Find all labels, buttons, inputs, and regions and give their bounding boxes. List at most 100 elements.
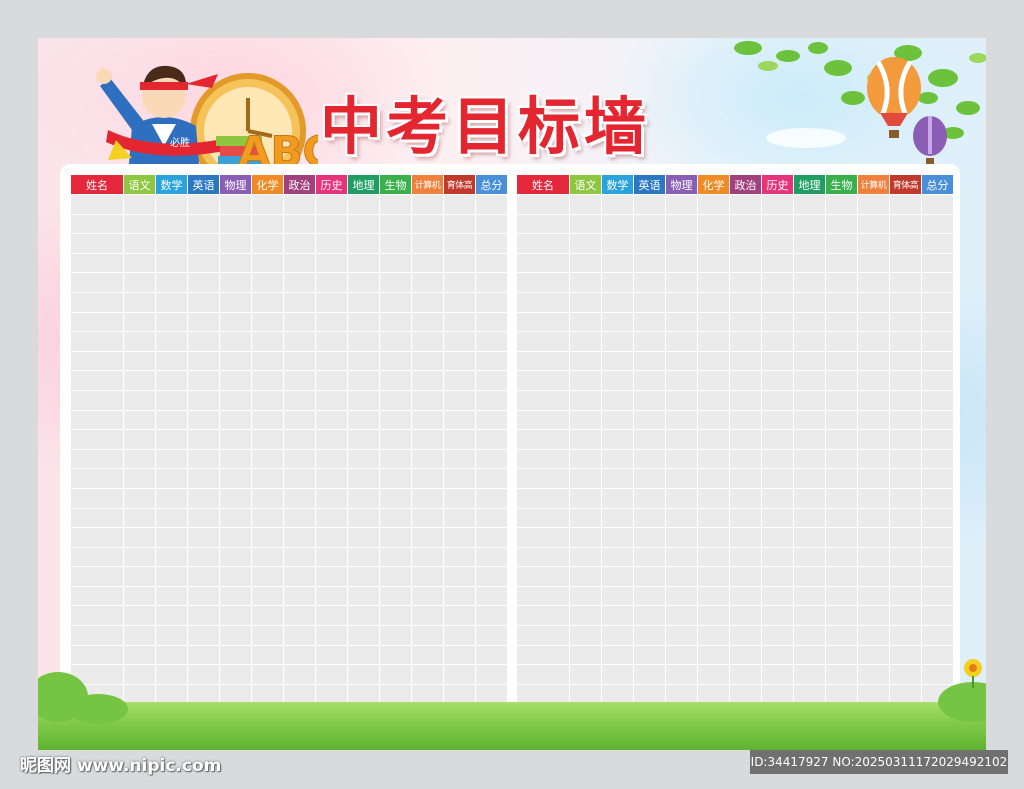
score-cell[interactable] bbox=[698, 488, 729, 508]
score-cell[interactable] bbox=[517, 645, 569, 665]
score-cell[interactable] bbox=[476, 390, 507, 410]
score-cell[interactable] bbox=[156, 528, 187, 547]
score-cell[interactable] bbox=[602, 214, 633, 234]
score-cell[interactable] bbox=[762, 547, 793, 567]
score-cell[interactable] bbox=[476, 351, 507, 371]
score-cell[interactable] bbox=[220, 430, 251, 449]
score-cell[interactable] bbox=[316, 606, 347, 626]
score-cell[interactable] bbox=[316, 292, 347, 312]
score-cell[interactable] bbox=[316, 528, 347, 547]
score-cell[interactable] bbox=[316, 312, 347, 332]
score-cell[interactable] bbox=[444, 665, 475, 684]
score-cell[interactable] bbox=[698, 214, 729, 234]
score-cell[interactable] bbox=[252, 469, 283, 488]
score-cell[interactable] bbox=[762, 430, 793, 449]
score-cell[interactable] bbox=[762, 195, 793, 214]
score-cell[interactable] bbox=[858, 665, 889, 684]
score-cell[interactable] bbox=[188, 547, 219, 567]
score-cell[interactable] bbox=[730, 253, 761, 273]
score-cell[interactable] bbox=[476, 195, 507, 214]
score-cell[interactable] bbox=[517, 684, 569, 704]
score-cell[interactable] bbox=[220, 567, 251, 586]
score-cell[interactable] bbox=[380, 214, 411, 234]
score-cell[interactable] bbox=[922, 488, 953, 508]
score-cell[interactable] bbox=[284, 390, 315, 410]
score-cell[interactable] bbox=[71, 273, 123, 292]
score-cell[interactable] bbox=[602, 312, 633, 332]
score-cell[interactable] bbox=[570, 214, 601, 234]
score-cell[interactable] bbox=[922, 430, 953, 449]
score-cell[interactable] bbox=[444, 332, 475, 351]
score-cell[interactable] bbox=[794, 547, 825, 567]
score-cell[interactable] bbox=[348, 469, 379, 488]
score-cell[interactable] bbox=[476, 684, 507, 704]
score-cell[interactable] bbox=[348, 351, 379, 371]
score-cell[interactable] bbox=[762, 528, 793, 547]
score-cell[interactable] bbox=[762, 684, 793, 704]
score-cell[interactable] bbox=[858, 547, 889, 567]
score-cell[interactable] bbox=[730, 371, 761, 390]
score-cell[interactable] bbox=[634, 351, 665, 371]
score-cell[interactable] bbox=[634, 684, 665, 704]
score-cell[interactable] bbox=[922, 234, 953, 253]
score-cell[interactable] bbox=[412, 292, 443, 312]
score-cell[interactable] bbox=[730, 332, 761, 351]
score-cell[interactable] bbox=[188, 214, 219, 234]
score-cell[interactable] bbox=[71, 606, 123, 626]
score-cell[interactable] bbox=[71, 488, 123, 508]
score-cell[interactable] bbox=[890, 488, 921, 508]
score-cell[interactable] bbox=[858, 508, 889, 528]
score-cell[interactable] bbox=[380, 234, 411, 253]
score-cell[interactable] bbox=[476, 292, 507, 312]
score-cell[interactable] bbox=[476, 586, 507, 606]
score-cell[interactable] bbox=[890, 214, 921, 234]
score-cell[interactable] bbox=[412, 390, 443, 410]
score-cell[interactable] bbox=[794, 508, 825, 528]
score-cell[interactable] bbox=[444, 567, 475, 586]
score-cell[interactable] bbox=[858, 195, 889, 214]
score-cell[interactable] bbox=[252, 292, 283, 312]
score-cell[interactable] bbox=[794, 234, 825, 253]
score-cell[interactable] bbox=[890, 606, 921, 626]
score-cell[interactable] bbox=[570, 665, 601, 684]
score-cell[interactable] bbox=[220, 195, 251, 214]
score-cell[interactable] bbox=[794, 567, 825, 586]
score-cell[interactable] bbox=[188, 626, 219, 645]
score-cell[interactable] bbox=[634, 665, 665, 684]
score-cell[interactable] bbox=[826, 645, 857, 665]
score-cell[interactable] bbox=[570, 273, 601, 292]
score-cell[interactable] bbox=[698, 528, 729, 547]
score-cell[interactable] bbox=[220, 547, 251, 567]
score-cell[interactable] bbox=[252, 665, 283, 684]
score-cell[interactable] bbox=[602, 488, 633, 508]
score-cell[interactable] bbox=[284, 684, 315, 704]
score-cell[interactable] bbox=[252, 547, 283, 567]
score-cell[interactable] bbox=[730, 528, 761, 547]
score-cell[interactable] bbox=[922, 214, 953, 234]
score-cell[interactable] bbox=[666, 371, 697, 390]
score-cell[interactable] bbox=[284, 332, 315, 351]
score-cell[interactable] bbox=[762, 351, 793, 371]
score-cell[interactable] bbox=[666, 410, 697, 430]
score-cell[interactable] bbox=[252, 449, 283, 469]
score-cell[interactable] bbox=[602, 586, 633, 606]
score-cell[interactable] bbox=[188, 665, 219, 684]
score-cell[interactable] bbox=[730, 567, 761, 586]
score-cell[interactable] bbox=[602, 684, 633, 704]
score-cell[interactable] bbox=[476, 528, 507, 547]
score-cell[interactable] bbox=[698, 665, 729, 684]
score-cell[interactable] bbox=[922, 371, 953, 390]
score-cell[interactable] bbox=[570, 253, 601, 273]
score-cell[interactable] bbox=[124, 292, 155, 312]
score-cell[interactable] bbox=[348, 292, 379, 312]
score-cell[interactable] bbox=[826, 273, 857, 292]
score-cell[interactable] bbox=[476, 606, 507, 626]
score-cell[interactable] bbox=[156, 567, 187, 586]
score-cell[interactable] bbox=[156, 371, 187, 390]
score-cell[interactable] bbox=[517, 488, 569, 508]
score-cell[interactable] bbox=[517, 508, 569, 528]
score-cell[interactable] bbox=[124, 253, 155, 273]
score-cell[interactable] bbox=[922, 528, 953, 547]
score-cell[interactable] bbox=[188, 606, 219, 626]
score-cell[interactable] bbox=[348, 645, 379, 665]
